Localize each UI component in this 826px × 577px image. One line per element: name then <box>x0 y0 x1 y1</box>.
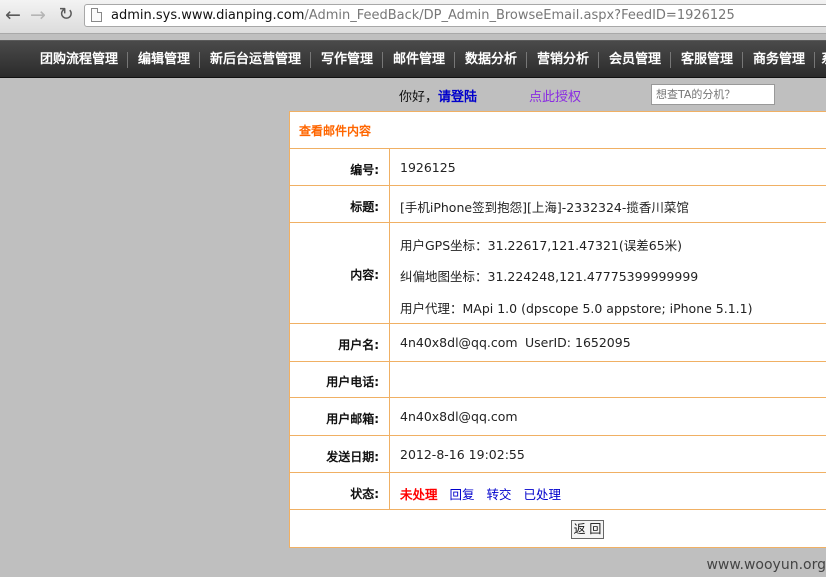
url-text[interactable]: admin.sys.www.dianping.com/Admin_FeedBac… <box>111 7 735 25</box>
nav-item-mail[interactable]: 邮件管理 <box>393 41 445 78</box>
row-content: 内容: 用户GPS坐标：31.22617,121.47321(误差65米) 纠偏… <box>290 223 826 324</box>
content-line-map: 纠偏地图坐标：31.224248,121.47775399999999 <box>400 269 699 284</box>
id-value: 1926125 <box>400 160 456 175</box>
reply-link[interactable]: 回复 <box>450 487 475 502</box>
subject-link[interactable]: [手机iPhone签到抱怨][上海]-2332324-揽香川菜馆 <box>400 197 689 216</box>
back-arrow-icon[interactable]: ← <box>2 4 24 26</box>
nav-item-writing[interactable]: 写作管理 <box>321 41 373 78</box>
mark-processed-link[interactable]: 已处理 <box>524 487 562 502</box>
status-actions: 未处理 回复 转交 已处理 <box>400 484 573 503</box>
browser-toolbar: ← → ↻ admin.sys.www.dianping.com/Admin_F… <box>0 0 826 34</box>
nav-divider <box>814 52 815 68</box>
content-line-gps: 用户GPS坐标：31.22617,121.47321(误差65米) <box>400 238 683 253</box>
nav-divider <box>127 52 128 68</box>
row-email: 用户邮箱: 4n40x8dl@qq.com <box>290 398 826 436</box>
label-cell: 用户电话: <box>290 362 390 397</box>
label-cell: 编号: <box>290 149 390 185</box>
page-icon <box>91 8 102 22</box>
nav-item-business[interactable]: 商务管理 <box>753 41 805 78</box>
nav-divider <box>382 52 383 68</box>
login-link[interactable]: 请登陆 <box>438 90 477 105</box>
content-line-agent: 用户代理：MApi 1.0 (dpscope 5.0 appstore; iPh… <box>400 301 753 316</box>
watermark: www.wooyun.org <box>706 557 826 573</box>
email-label: 用户邮箱: <box>326 412 379 426</box>
transfer-link[interactable]: 转交 <box>487 487 512 502</box>
forward-arrow-icon[interactable]: → <box>27 4 49 26</box>
nav-item-new-backend-ops[interactable]: 新后台运营管理 <box>210 41 301 78</box>
nav-divider <box>742 52 743 68</box>
nav-item-marketing-analysis[interactable]: 营销分析 <box>537 41 589 78</box>
nav-divider <box>199 52 200 68</box>
nav-divider <box>598 52 599 68</box>
date-value: 2012-8-16 19:02:55 <box>400 447 525 462</box>
email-detail-panel: 查看邮件内容 编号: 1926125 标题: [手机iPhone签到抱怨][上海… <box>289 111 826 548</box>
label-cell: 发送日期: <box>290 436 390 472</box>
panel-header: 查看邮件内容 <box>290 112 826 149</box>
url-host: admin.sys.www.dianping.com <box>111 8 305 23</box>
reload-icon[interactable]: ↻ <box>55 4 77 26</box>
row-subject: 标题: [手机iPhone签到抱怨][上海]-2332324-揽香川菜馆 <box>290 186 826 223</box>
content-label: 内容: <box>350 268 379 282</box>
url-path: /Admin_FeedBack/DP_Admin_BrowseEmail.asp… <box>304 8 735 23</box>
greeting-text: 你好， <box>399 90 439 105</box>
username-link[interactable]: 4n40x8dl@qq.com <box>400 335 518 350</box>
extension-search-input[interactable] <box>651 84 775 105</box>
id-label: 编号: <box>350 163 379 177</box>
panel-title: 查看邮件内容 <box>299 124 372 138</box>
greeting: 你好，请登陆 <box>399 86 477 105</box>
address-bar[interactable]: admin.sys.www.dianping.com/Admin_FeedBac… <box>84 4 826 27</box>
nav-item-editing[interactable]: 编辑管理 <box>138 41 190 78</box>
label-cell: 标题: <box>290 186 390 222</box>
nav-divider <box>526 52 527 68</box>
row-date: 发送日期: 2012-8-16 19:02:55 <box>290 436 826 473</box>
nav-divider <box>670 52 671 68</box>
label-cell: 状态: <box>290 473 390 509</box>
phone-label: 用户电话: <box>326 375 379 389</box>
email-value: 4n40x8dl@qq.com <box>400 409 518 424</box>
row-username: 用户名: 4n40x8dl@qq.com UserID: 1652095 <box>290 324 826 362</box>
authorize-link[interactable]: 点此授权 <box>529 86 581 105</box>
date-label: 发送日期: <box>326 450 379 464</box>
nav-item-system[interactable]: 系 <box>821 41 826 78</box>
status-current: 未处理 <box>400 487 438 502</box>
subject-label: 标题: <box>350 200 379 214</box>
username-label: 用户名: <box>338 338 379 352</box>
userid-link[interactable]: UserID: 1652095 <box>525 335 631 350</box>
site-nav: 团购流程管理 编辑管理 新后台运营管理 写作管理 邮件管理 数据分析 营销分析 … <box>0 40 826 78</box>
row-status: 状态: 未处理 回复 转交 已处理 <box>290 473 826 510</box>
nav-item-customer-service[interactable]: 客服管理 <box>681 41 733 78</box>
label-cell: 内容: <box>290 223 390 323</box>
label-cell: 用户邮箱: <box>290 398 390 435</box>
nav-item-data-analysis[interactable]: 数据分析 <box>465 41 517 78</box>
row-id: 编号: 1926125 <box>290 149 826 186</box>
label-cell: 用户名: <box>290 324 390 361</box>
nav-item-groupbuy-flow[interactable]: 团购流程管理 <box>40 41 118 78</box>
status-label: 状态: <box>350 487 379 501</box>
row-phone: 用户电话: <box>290 362 826 398</box>
nav-divider <box>454 52 455 68</box>
return-button[interactable]: 返 回 <box>571 520 604 539</box>
nav-divider <box>310 52 311 68</box>
nav-item-members[interactable]: 会员管理 <box>609 41 661 78</box>
